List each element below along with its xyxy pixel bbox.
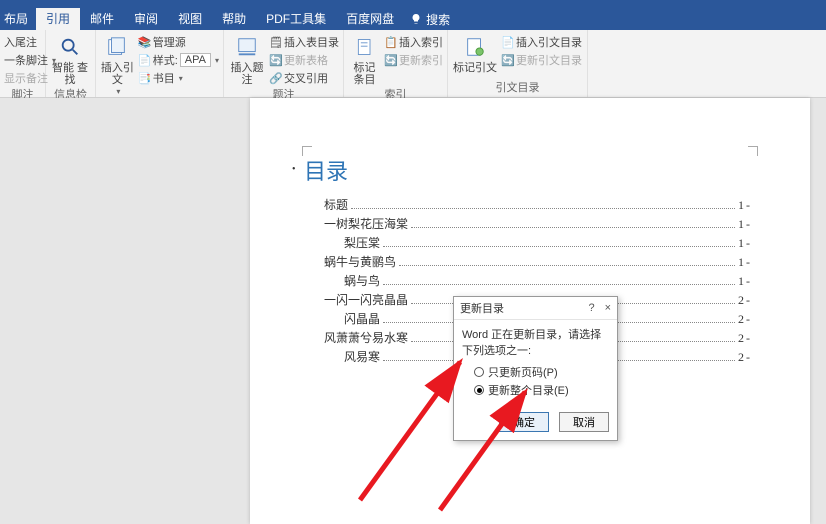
toc-page-number: 2 xyxy=(738,350,750,365)
toc-row[interactable]: 蜗牛与黄鹂鸟 1 xyxy=(310,253,750,270)
mark-entry-button[interactable]: 标记 条目 xyxy=(348,32,381,86)
toc-row[interactable]: 一树梨花压海棠 1 xyxy=(310,215,750,232)
tab-baidu[interactable]: 百度网盘 xyxy=(336,8,404,30)
tab-pdf[interactable]: PDF工具集 xyxy=(256,8,336,30)
tab-help[interactable]: 帮助 xyxy=(212,8,256,30)
update-table[interactable]: 🔄更新表格 xyxy=(270,52,339,68)
annotation-arrow-2 xyxy=(430,380,560,520)
crossref-icon: 🔗 xyxy=(270,72,282,84)
update-index[interactable]: 🔄更新索引 xyxy=(385,52,443,68)
group-authorities: 标记引文 📄插入引文目录 🔄更新引文目录 引文目录 xyxy=(448,30,588,97)
book-icon: 📚 xyxy=(139,36,151,48)
toc-page-number: 1 xyxy=(738,198,750,213)
toc-entry-label: 一树梨花压海棠 xyxy=(310,215,408,232)
insert-tof[interactable]: 🗒插入表目录 xyxy=(270,34,339,50)
toc-row[interactable]: 梨压棠 1 xyxy=(310,234,750,251)
search-box[interactable]: 搜索 xyxy=(404,11,456,28)
show-notes[interactable]: 显示备注 xyxy=(4,70,41,86)
tab-view[interactable]: 视图 xyxy=(168,8,212,30)
dialog-close-button[interactable]: × xyxy=(605,302,611,314)
list-icon: 🗒 xyxy=(270,36,282,48)
toc-page-number: 1 xyxy=(738,255,750,270)
toc-leader xyxy=(399,258,735,266)
insertindex-icon: 📋 xyxy=(385,36,397,48)
ribbon-tabs: 布局 引用 邮件 审阅 视图 帮助 PDF工具集 百度网盘 搜索 xyxy=(0,8,826,30)
titlebar xyxy=(0,0,826,8)
tab-review[interactable]: 审阅 xyxy=(124,8,168,30)
style-select[interactable]: 📄 样式: APA▾ xyxy=(139,52,219,68)
insert-caption-button[interactable]: 插入题注 xyxy=(228,32,266,86)
dialog-titlebar: 更新目录 ? × xyxy=(454,297,617,320)
group-index: 标记 条目 📋插入索引 🔄更新索引 索引 xyxy=(344,30,448,97)
toc-page-number: 2 xyxy=(738,331,750,346)
refresh-icon: 🔄 xyxy=(270,54,282,66)
dialog-title: 更新目录 xyxy=(460,300,504,316)
ribbon: 入尾注 一条脚注▾ 显示备注 脚注 智能 查找 信息检索 插入引文▾ xyxy=(0,30,826,98)
toc-entry-label: 风萧萧兮易水寒 xyxy=(310,329,408,346)
group-label-authorities: 引文目录 xyxy=(452,79,583,97)
search-label: 搜索 xyxy=(426,11,450,28)
toc-entry-label: 梨压棠 xyxy=(310,234,380,251)
toc-leader xyxy=(383,277,735,285)
mark-citation-button[interactable]: 标记引文 xyxy=(452,32,498,79)
toc-entry-label: 闪晶晶 xyxy=(310,310,380,327)
insert-toa[interactable]: 📄插入引文目录 xyxy=(502,34,582,50)
citation-icon xyxy=(103,34,131,60)
toc-entry-label: 一闪一闪亮晶晶 xyxy=(310,291,408,308)
refresh-icon: 🔄 xyxy=(385,54,397,66)
toa-icon: 📄 xyxy=(502,36,514,48)
index-icon xyxy=(351,34,379,60)
insert-citation-button[interactable]: 插入引文▾ xyxy=(100,32,135,98)
cross-reference[interactable]: 🔗交叉引用 xyxy=(270,70,339,86)
toc-entry-label: 蜗与鸟 xyxy=(310,272,380,289)
caption-icon xyxy=(233,34,261,60)
bib-icon: 📑 xyxy=(139,72,151,84)
toc-leader xyxy=(411,220,735,228)
update-toa[interactable]: 🔄更新引文目录 xyxy=(502,52,582,68)
toc-leader xyxy=(383,239,735,247)
toc-page-number: 1 xyxy=(738,217,750,232)
toc-heading: 目录 xyxy=(304,154,750,186)
next-footnote[interactable]: 一条脚注▾ xyxy=(4,52,41,68)
group-captions: 插入题注 🗒插入表目录 🔄更新表格 🔗交叉引用 题注 xyxy=(224,30,344,97)
radio-update-page-numbers[interactable]: 只更新页码(P) xyxy=(474,364,609,380)
insert-endnote[interactable]: 入尾注 xyxy=(4,34,41,50)
style-icon: 📄 xyxy=(139,54,151,66)
toc-page-number: 1 xyxy=(738,236,750,251)
smart-lookup-button[interactable]: 智能 查找 xyxy=(50,32,90,86)
group-research: 智能 查找 信息检索 xyxy=(46,30,96,97)
tab-references[interactable]: 引用 xyxy=(36,8,80,30)
dialog-help-button[interactable]: ? xyxy=(588,302,594,314)
group-citations: 插入引文▾ 📚管理源 📄 样式: APA▾ 📑书目▾ 引文与书目 xyxy=(96,30,224,97)
toc-entry-label: 标题 xyxy=(310,196,348,213)
toc-leader xyxy=(351,201,735,209)
markcite-icon xyxy=(461,34,489,60)
manage-sources[interactable]: 📚管理源 xyxy=(139,34,219,50)
tab-layout[interactable]: 布局 xyxy=(0,8,36,30)
group-footnotes: 入尾注 一条脚注▾ 显示备注 脚注 xyxy=(0,30,46,97)
bibliography[interactable]: 📑书目▾ xyxy=(139,70,219,86)
bulb-icon xyxy=(410,13,422,25)
toc-row[interactable]: 标题 1 xyxy=(310,196,750,213)
toc-page-number: 2 xyxy=(738,312,750,327)
search-icon xyxy=(56,34,84,60)
tab-mail[interactable]: 邮件 xyxy=(80,8,124,30)
toc-entry-label: 蜗牛与黄鹂鸟 xyxy=(310,253,396,270)
insert-index[interactable]: 📋插入索引 xyxy=(385,34,443,50)
toc-page-number: 1 xyxy=(738,274,750,289)
cancel-button[interactable]: 取消 xyxy=(559,412,609,432)
toc-page-number: 2 xyxy=(738,293,750,308)
toc-row[interactable]: 蜗与鸟 1 xyxy=(310,272,750,289)
refresh-icon: 🔄 xyxy=(502,54,514,66)
